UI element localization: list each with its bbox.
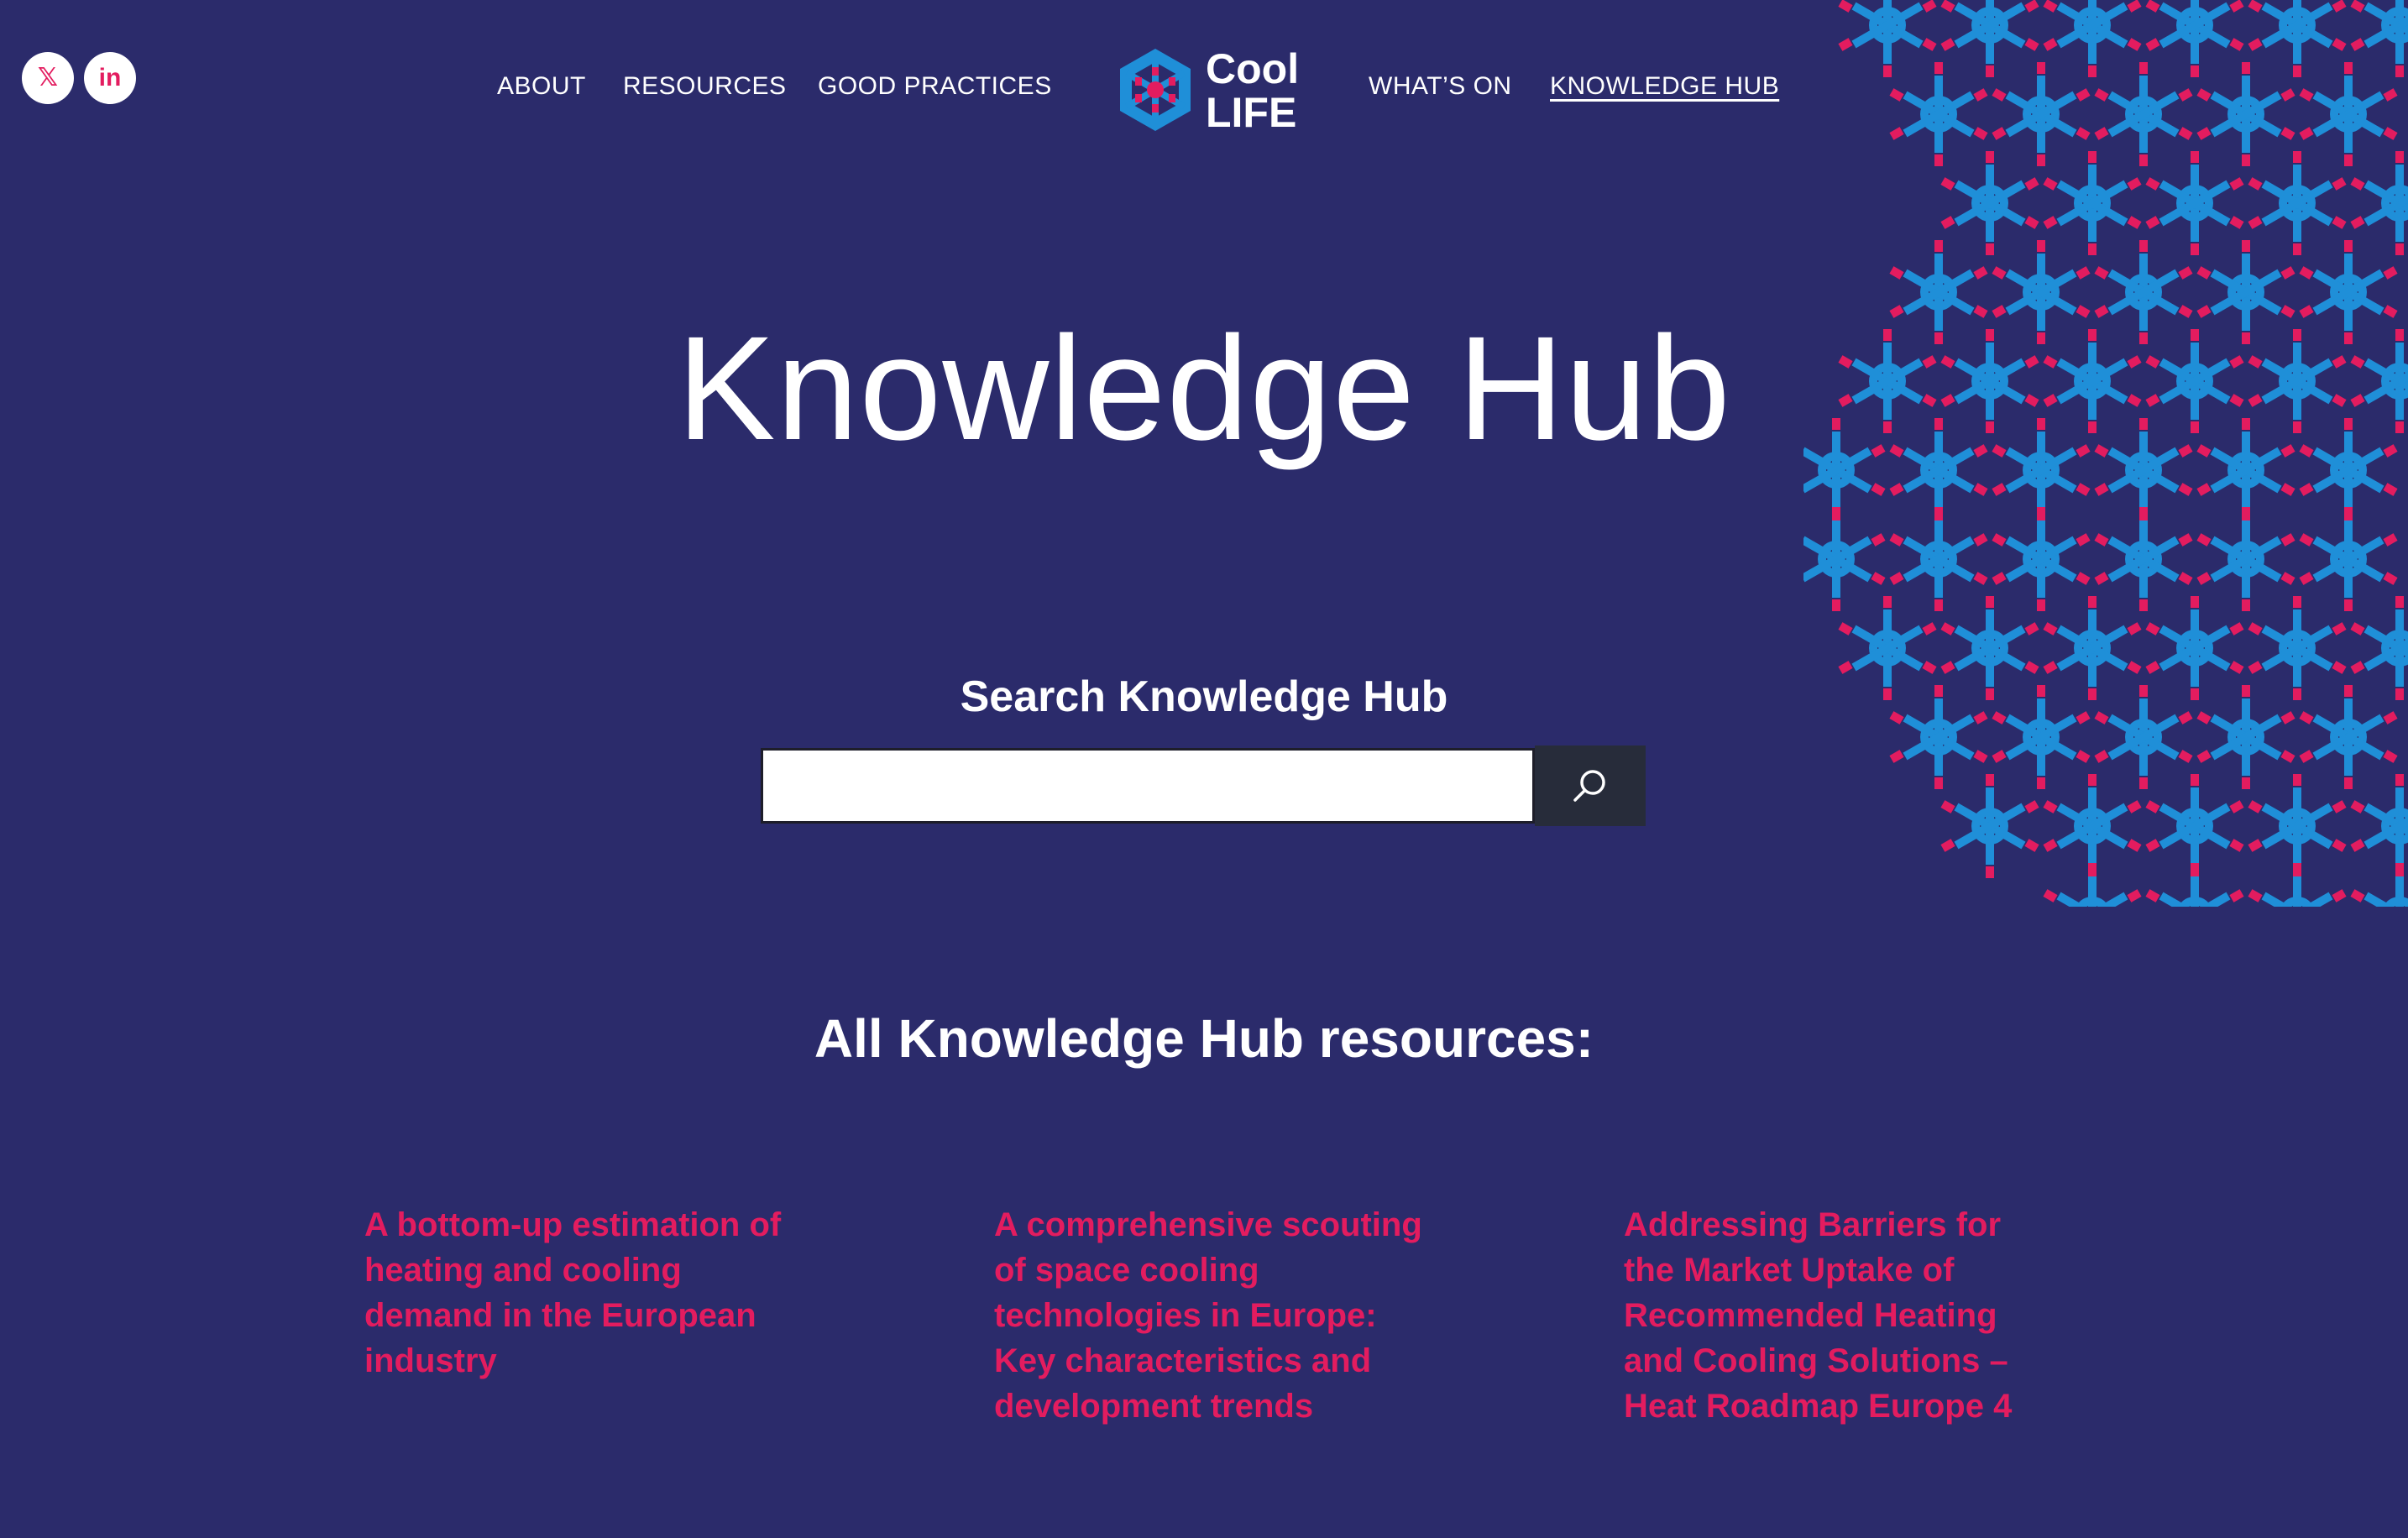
- nav-link-resources[interactable]: RESOURCES: [623, 72, 787, 101]
- resource-link-space-cooling[interactable]: A comprehensive scouting of space coolin…: [994, 1202, 1431, 1429]
- snowflake-logo-icon: [1120, 49, 1191, 131]
- resources-heading: All Knowledge Hub resources:: [814, 1008, 1594, 1069]
- nav-link-knowledge-hub[interactable]: KNOWLEDGE HUB: [1550, 72, 1779, 101]
- nav-link-about[interactable]: ABOUT: [497, 72, 586, 101]
- brand-line-2: LIFE: [1206, 89, 1297, 136]
- brand-wordmark: Cool LIFE: [1206, 47, 1299, 134]
- page-title: Knowledge Hub: [677, 306, 1731, 471]
- resource-link-heat-roadmap[interactable]: Addressing Barriers for the Market Uptak…: [1624, 1202, 2060, 1429]
- search-input[interactable]: [761, 748, 1535, 824]
- nav-link-whats-on[interactable]: WHAT’S ON: [1369, 72, 1512, 101]
- search-heading: Search Knowledge Hub: [960, 672, 1448, 721]
- search-icon: [1573, 770, 1605, 802]
- search-button[interactable]: [1535, 745, 1646, 826]
- cool-life-logo[interactable]: Cool LIFE: [1115, 45, 1317, 138]
- main-navigation: ABOUT RESOURCES GOOD PRACTICES Cool LIFE…: [0, 37, 2408, 146]
- nav-link-good-practices[interactable]: GOOD PRACTICES: [818, 72, 1052, 101]
- search-bar: [761, 745, 1654, 826]
- resource-link-industry-demand[interactable]: A bottom-up estimation of heating and co…: [364, 1202, 801, 1384]
- brand-line-1: Cool: [1206, 45, 1300, 92]
